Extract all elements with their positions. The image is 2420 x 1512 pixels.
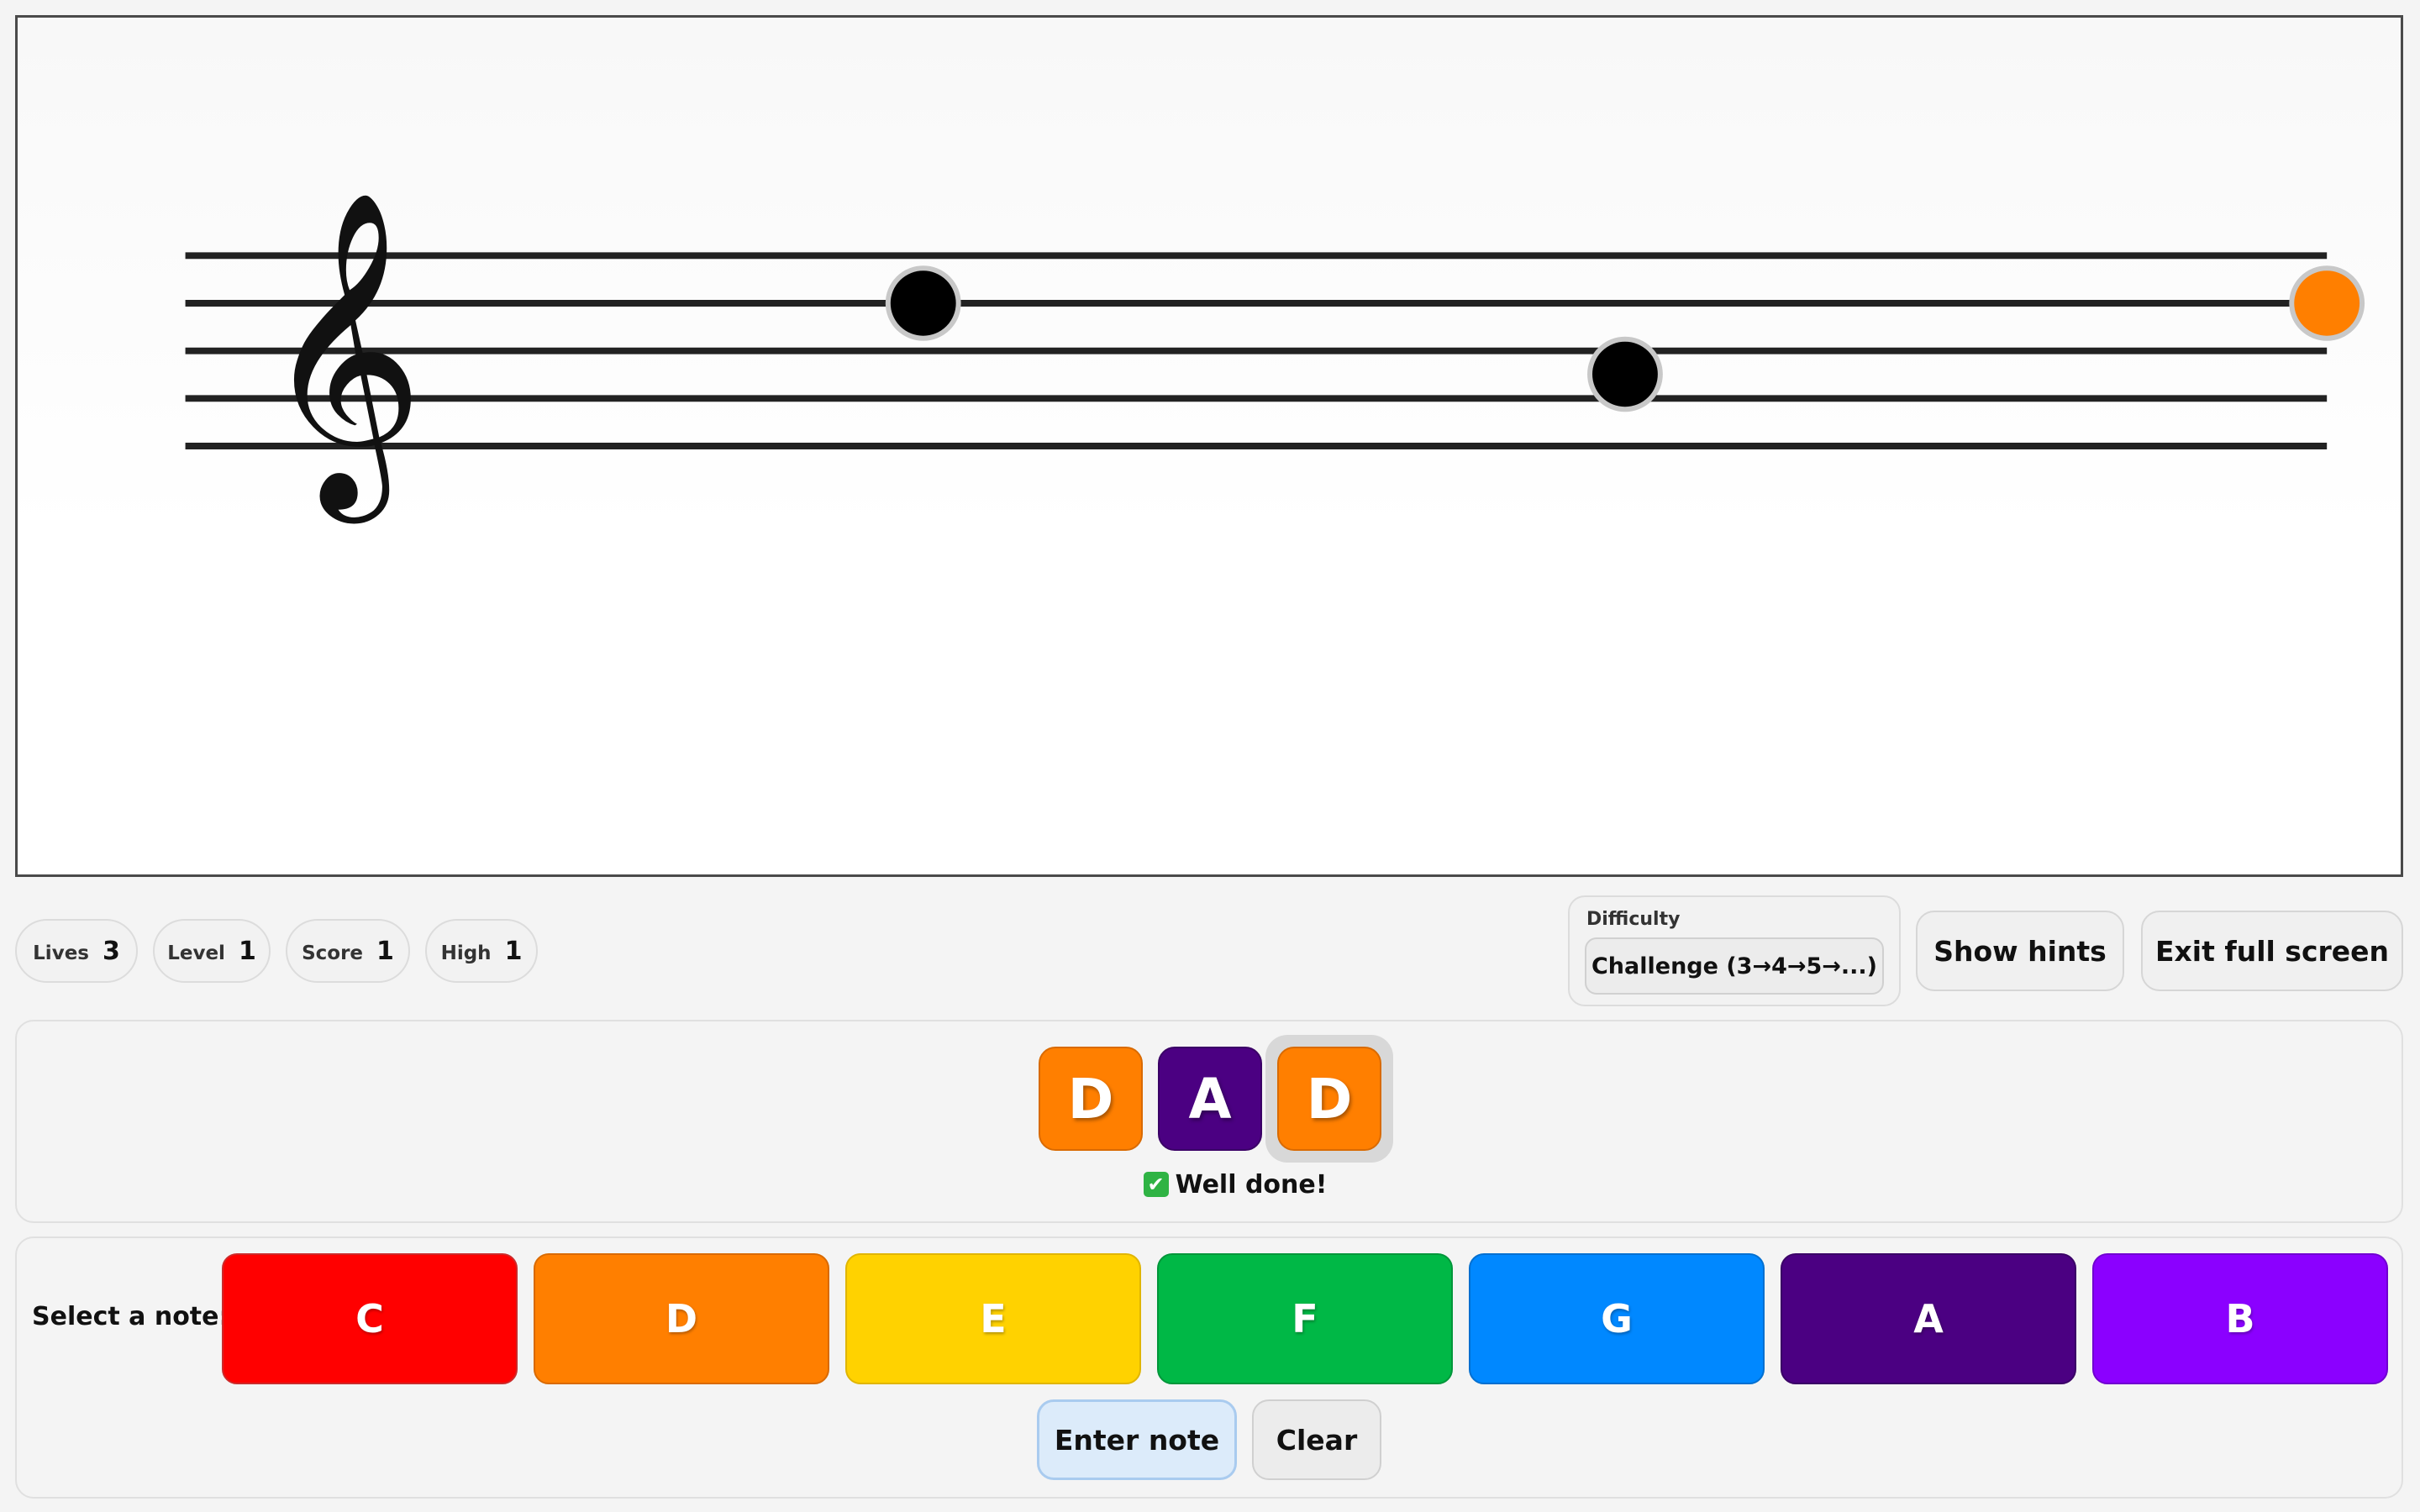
show-hints-button[interactable]: Show hints <box>1916 911 2124 991</box>
level-stat: Level 1 <box>153 919 271 983</box>
stat-value: 1 <box>238 936 256 966</box>
note-button-d[interactable]: D <box>534 1253 829 1384</box>
note-head <box>1587 336 1663 412</box>
high-stat: High 1 <box>425 919 538 983</box>
stat-label: High <box>440 942 492 964</box>
note-head-current <box>2289 265 2365 341</box>
sequence-tile: A <box>1158 1047 1262 1151</box>
treble-clef-icon: 𝄞 <box>260 188 424 526</box>
note-button-b[interactable]: B <box>2092 1253 2388 1384</box>
lives-stat: Lives 3 <box>15 919 138 983</box>
stat-label: Score <box>302 942 364 964</box>
note-button-a[interactable]: A <box>1781 1253 2076 1384</box>
check-icon: ✔ <box>1143 1172 1169 1197</box>
note-head <box>885 265 961 341</box>
sequence-tile: D <box>1039 1047 1143 1151</box>
difficulty-label: Difficulty <box>1586 909 1681 930</box>
stat-value: 1 <box>376 936 394 966</box>
difficulty-select[interactable]: Challenge (3→4→5→...) <box>1585 937 1884 995</box>
note-button-c[interactable]: C <box>222 1253 518 1384</box>
sequence-tile-current: D <box>1277 1047 1381 1151</box>
note-button-e[interactable]: E <box>845 1253 1141 1384</box>
select-note-label: Select a note: <box>32 1302 229 1331</box>
staff-lines <box>185 252 2328 449</box>
staff-panel: 𝄞 <box>15 15 2403 877</box>
feedback-message: ✔ Well done! <box>1126 1168 1344 1201</box>
feedback-text: Well done! <box>1175 1169 1328 1200</box>
note-button-f[interactable]: F <box>1157 1253 1453 1384</box>
clear-button[interactable]: Clear <box>1252 1399 1381 1480</box>
difficulty-control: Difficulty Challenge (3→4→5→...) <box>1568 895 1901 1006</box>
stat-label: Level <box>167 942 225 964</box>
stat-value: 3 <box>102 936 120 966</box>
score-stat: Score 1 <box>286 919 410 983</box>
exit-full-screen-button[interactable]: Exit full screen <box>2141 911 2403 991</box>
enter-note-button[interactable]: Enter note <box>1037 1399 1237 1480</box>
note-button-g[interactable]: G <box>1469 1253 1765 1384</box>
stat-label: Lives <box>33 942 89 964</box>
stat-value: 1 <box>504 936 523 966</box>
music-staff: 𝄞 <box>185 188 2365 526</box>
